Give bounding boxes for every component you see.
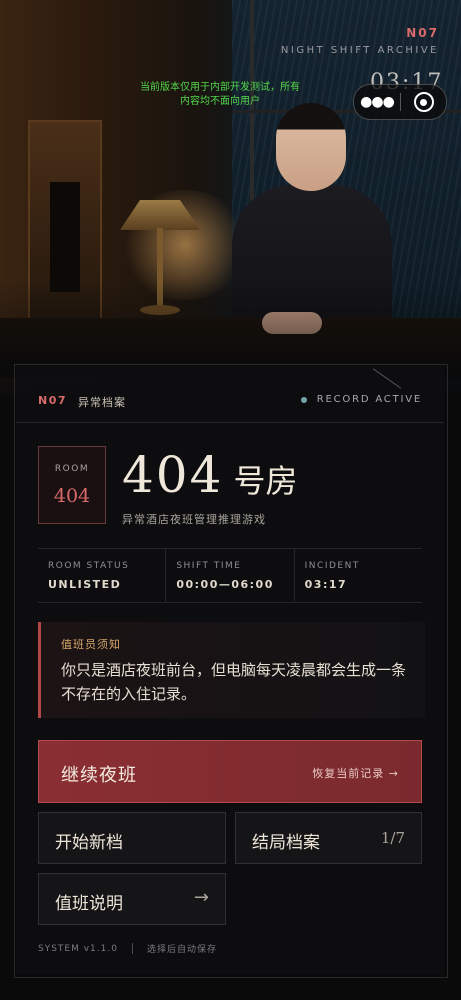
notice-title: 值班员须知 [61,638,121,651]
more-icon[interactable]: ●●● [354,85,400,119]
hero-illustration [0,0,461,400]
archive-title: NIGHT SHIFT ARCHIVE [280,45,439,56]
shift-guide-button[interactable]: 值班说明 → [38,873,226,925]
stat-room-status: ROOM STATUS UNLISTED [38,549,167,602]
endings-archive-button[interactable]: 结局档案 1/7 [235,812,422,864]
archive-code: N07 [406,26,439,40]
system-version: SYSTEM v1.1.0 [38,943,118,954]
duty-notice: 值班员须知 你只是酒店夜班前台，但电脑每天凌晨都会生成一条不存在的入住记录。 [38,622,425,718]
endings-label: 结局档案 [252,833,320,853]
continue-shift-hint: 恢复当前记录 → [312,767,399,780]
record-status-label: RECORD ACTIVE [316,394,422,405]
game-subtitle: 异常酒店夜班管理推理游戏 [122,513,266,526]
room-badge-label: ROOM [54,464,90,474]
room-title-number: 404 [122,446,224,504]
room-title: 404 号房 [122,446,297,504]
arrow-right-icon: → [193,887,209,908]
record-status: RECORD ACTIVE [300,394,422,405]
card-label: 异常档案 [78,396,126,409]
stats-row: ROOM STATUS UNLISTED SHIFT TIME 00:00—06… [38,548,422,603]
stat-shift-time: SHIFT TIME 00:00—06:00 [166,549,295,602]
status-dot-icon [300,396,307,403]
footer: SYSTEM v1.1.0 选择后自动保存 [38,942,217,955]
card-code: N07 [38,394,68,407]
card-header: N07 异常档案 RECORD ACTIVE [16,366,444,423]
decorative-slash [372,368,402,389]
dev-notice: 当前版本仅用于内部开发测试，所有内容均不面向用户 [140,82,300,107]
room-title-unit: 号房 [233,462,298,500]
endings-count: 1/7 [380,829,405,847]
autosave-note: 选择后自动保存 [146,945,217,955]
new-game-button[interactable]: 开始新档 [38,812,226,864]
stat-incident: INCIDENT 03:17 [304,561,360,591]
notice-body: 你只是酒店夜班前台，但电脑每天凌晨都会生成一条不存在的入住记录。 [61,661,407,703]
continue-shift-button[interactable]: 继续夜班 恢复当前记录 → [38,740,422,803]
archive-card: N07 异常档案 RECORD ACTIVE ROOM 404 404 号房 异… [16,366,444,974]
room-badge-number: 404 [53,485,91,507]
continue-shift-label: 继续夜班 [61,765,137,786]
new-game-label: 开始新档 [55,833,123,853]
shift-guide-label: 值班说明 [55,894,123,914]
target-icon[interactable] [401,85,446,119]
room-badge: ROOM 404 [38,446,106,524]
mini-program-capsule: ●●● [353,84,447,120]
